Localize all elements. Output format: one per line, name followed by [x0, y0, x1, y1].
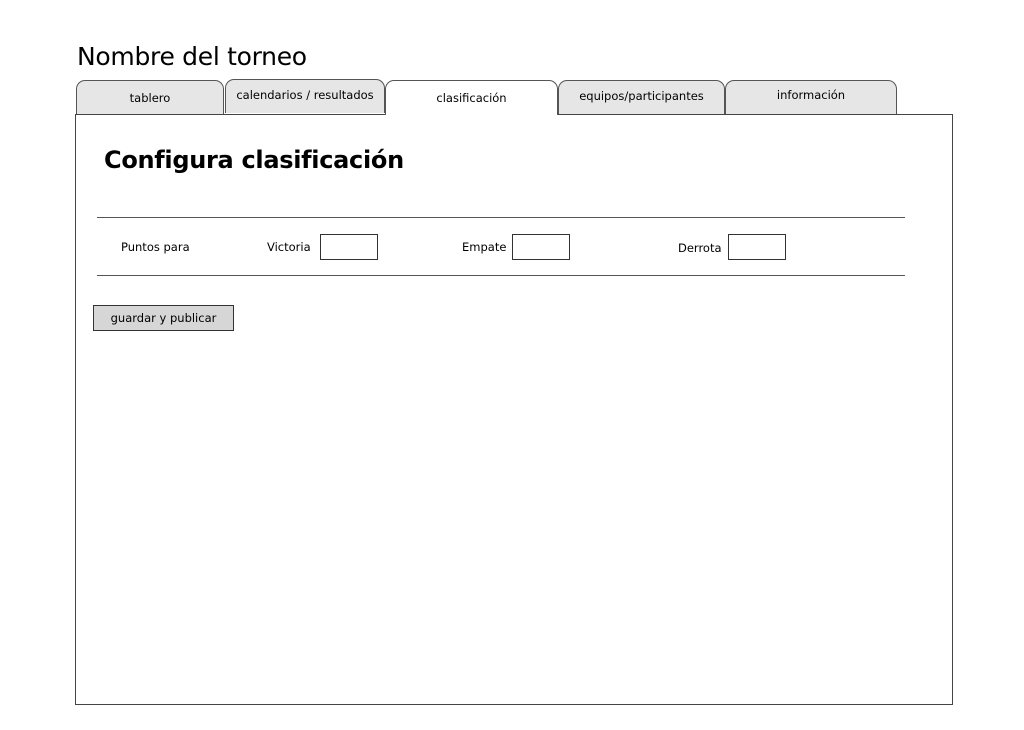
tab-clasificacion[interactable]: clasificación	[385, 80, 558, 115]
tab-label: información	[776, 88, 846, 102]
section-title: Configura clasificación	[104, 146, 404, 174]
derrota-input[interactable]	[728, 234, 786, 260]
divider-top	[97, 217, 905, 218]
content-panel: Configura clasificación Puntos para Vict…	[75, 114, 953, 705]
tab-tablero[interactable]: tablero	[76, 80, 224, 114]
divider-bottom	[97, 275, 905, 276]
tab-informacion[interactable]: información	[725, 80, 897, 114]
victoria-label: Victoria	[267, 240, 311, 254]
victoria-input[interactable]	[320, 234, 378, 260]
tab-equipos-participantes[interactable]: equipos/participantes	[558, 80, 725, 114]
tab-label: calendarios / resultados	[236, 88, 374, 102]
tab-label: equipos/participantes	[579, 89, 704, 103]
tab-label: clasificación	[436, 91, 507, 105]
empate-input[interactable]	[512, 234, 570, 260]
page-title: Nombre del torneo	[77, 41, 307, 71]
empate-label: Empate	[462, 240, 507, 254]
save-publish-button[interactable]: guardar y publicar	[93, 305, 234, 331]
tab-calendarios-resultados[interactable]: calendarios / resultados	[225, 79, 385, 113]
derrota-label: Derrota	[678, 241, 722, 255]
tab-label: tablero	[129, 91, 171, 105]
points-label: Puntos para	[121, 240, 190, 254]
